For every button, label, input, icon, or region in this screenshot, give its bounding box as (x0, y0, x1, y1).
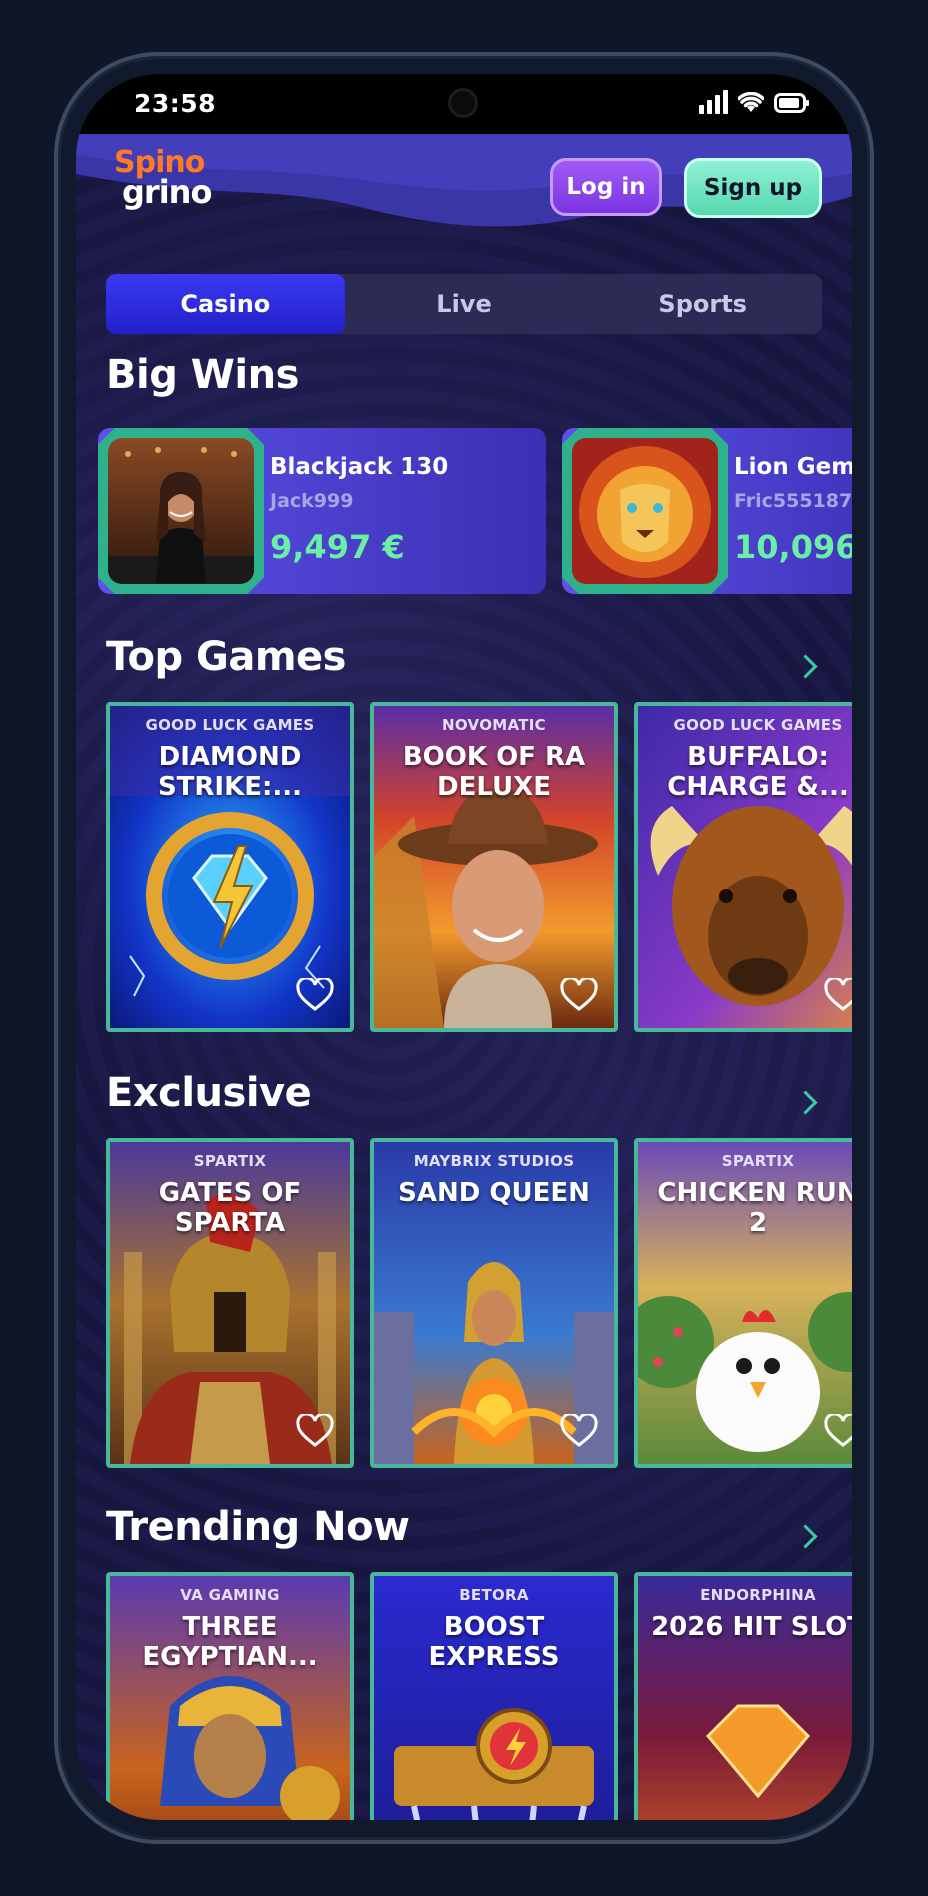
section-title-top-games: Top Games (106, 634, 346, 680)
lion-gems-image (572, 438, 718, 584)
section-title-exclusive: Exclusive (106, 1070, 312, 1116)
category-tabs: Casino Live Sports (106, 274, 822, 334)
game-title: SAND QUEEN (398, 1178, 590, 1208)
big-win-user: Fric5551871 (734, 490, 852, 512)
battery-icon (774, 93, 809, 113)
game-provider: BETORA (459, 1586, 529, 1604)
game-card[interactable]: SPARTIX CHICKEN RUN 2 (634, 1138, 852, 1468)
status-bar: 23:58 (76, 74, 852, 134)
game-title: DIAMOND STRIKE:... (157, 742, 303, 802)
game-title: BUFFALO: CHARGE &... (667, 742, 849, 802)
game-provider: GOOD LUCK GAMES (145, 716, 315, 734)
game-title: BOOK OF RA DELUXE (402, 742, 586, 802)
site-header: Spino grino Log in Sign up (76, 134, 852, 244)
status-icons (699, 90, 810, 114)
tab-live[interactable]: Live (345, 274, 584, 334)
game-title: BOOST EXPRESS (428, 1612, 560, 1672)
heart-icon[interactable] (560, 978, 598, 1012)
heart-icon[interactable] (560, 1414, 598, 1448)
game-title: CHICKEN RUN 2 (657, 1178, 852, 1238)
game-provider: GOOD LUCK GAMES (673, 716, 843, 734)
signup-button[interactable]: Sign up (684, 158, 822, 218)
game-provider: ENDORPHINA (700, 1586, 816, 1604)
game-card[interactable]: GOOD LUCK GAMES DIAMOND STRIKE:... (106, 702, 354, 1032)
game-title: THREE EGYPTIAN... (142, 1612, 318, 1672)
game-provider: SPARTIX (721, 1152, 795, 1170)
big-win-amount: 9,497 € (270, 528, 405, 566)
front-camera (448, 88, 478, 118)
chevron-right-icon[interactable] (793, 1524, 818, 1549)
logo-line2: grino (122, 173, 212, 211)
big-win-game: Blackjack 130 (270, 454, 449, 480)
main-content: Spino grino Log in Sign up Casino Live S… (76, 134, 852, 1820)
tab-casino[interactable]: Casino (106, 274, 345, 334)
site-logo[interactable]: Spino grino (114, 148, 212, 211)
game-provider: MAYBRIX STUDIOS (413, 1152, 575, 1170)
game-card[interactable]: NOVOMATIC BOOK OF RA DELUXE (370, 702, 618, 1032)
big-win-user: Jack999 (270, 490, 354, 512)
game-provider: SPARTIX (193, 1152, 267, 1170)
game-card[interactable]: MAYBRIX STUDIOS SAND QUEEN (370, 1138, 618, 1468)
game-card[interactable]: VA GAMING THREE EGYPTIAN... (106, 1572, 354, 1820)
chevron-right-icon[interactable] (793, 1090, 818, 1115)
big-wins-title: Big Wins (106, 352, 299, 398)
cellular-signal-icon (699, 90, 728, 114)
game-card[interactable]: BETORA BOOST EXPRESS (370, 1572, 618, 1820)
status-time: 23:58 (134, 89, 217, 118)
heart-icon[interactable] (296, 978, 334, 1012)
blackjack-dealer-image (108, 438, 254, 584)
login-button[interactable]: Log in (550, 158, 662, 216)
heart-icon[interactable] (296, 1414, 334, 1448)
game-provider: VA GAMING (180, 1586, 280, 1604)
wifi-icon (738, 92, 764, 112)
game-title: GATES OF SPARTA (158, 1178, 302, 1238)
game-card[interactable]: ENDORPHINA 2026 HIT SLOT (634, 1572, 852, 1820)
game-card[interactable]: SPARTIX GATES OF SPARTA (106, 1138, 354, 1468)
big-win-card[interactable]: Lion Gems Fric5551871 10,096 € (562, 428, 852, 594)
tab-sports[interactable]: Sports (583, 274, 822, 334)
heart-icon[interactable] (824, 1414, 852, 1448)
big-win-card[interactable]: Blackjack 130 Jack999 9,497 € (98, 428, 546, 594)
game-provider: NOVOMATIC (442, 716, 546, 734)
game-title: 2026 HIT SLOT (651, 1612, 852, 1642)
section-title-trending-now: Trending Now (106, 1504, 410, 1550)
chevron-right-icon[interactable] (793, 654, 818, 679)
game-card[interactable]: GOOD LUCK GAMES BUFFALO: CHARGE &... (634, 702, 852, 1032)
big-win-game: Lion Gems (734, 454, 852, 480)
phone-screen: 23:58 Spino grino Log in Sign up Casino … (76, 74, 852, 1820)
big-win-amount: 10,096 € (734, 528, 852, 566)
heart-icon[interactable] (824, 978, 852, 1012)
